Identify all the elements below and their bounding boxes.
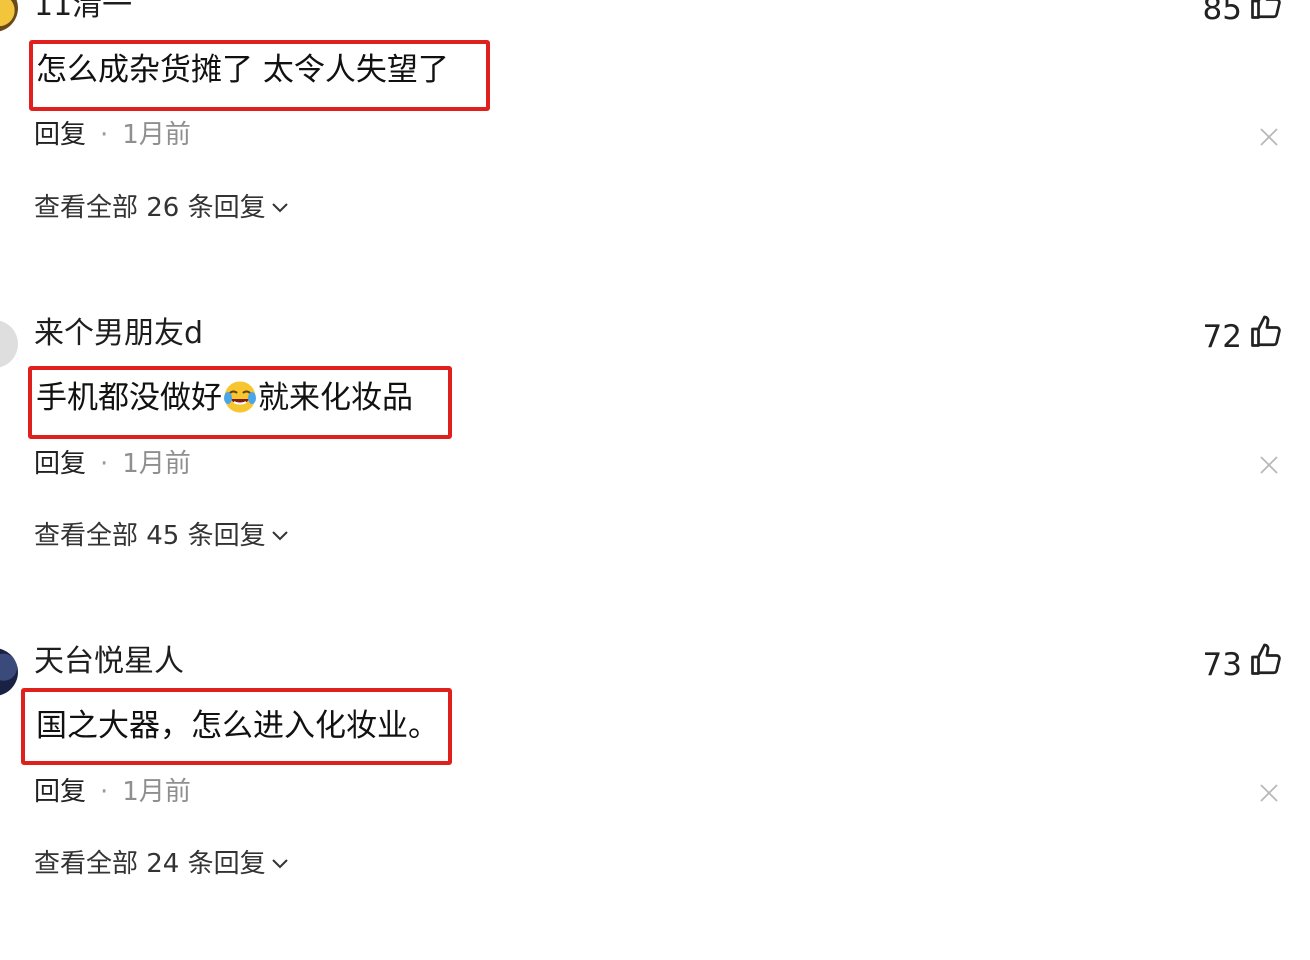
like-button[interactable]: 72 bbox=[1203, 314, 1284, 360]
close-icon[interactable] bbox=[1258, 454, 1280, 476]
comment-item: 天台悦星人 73 国之大器，怎么进入化妆业。 回复 · 1月前 查看全部 24 … bbox=[0, 640, 1310, 960]
comment-text-part: 就来化妆品 bbox=[258, 380, 413, 416]
view-all-replies-button[interactable]: 查看全部 26 条回复 bbox=[34, 191, 290, 225]
comment-item: 来个男朋友d 72 手机都没做好 就来化妆品 回复 · 1月前 查看全部 45 条… bbox=[0, 312, 1310, 632]
chevron-down-icon bbox=[271, 859, 288, 869]
timestamp: 1月前 bbox=[122, 120, 191, 150]
view-all-label: 查看全部 24 条回复 bbox=[34, 849, 266, 879]
reply-button[interactable]: 回复 bbox=[34, 447, 86, 481]
comment-meta: 回复 · 1月前 bbox=[34, 775, 191, 809]
avatar[interactable] bbox=[0, 648, 18, 696]
close-icon[interactable] bbox=[1258, 126, 1280, 148]
chevron-down-icon bbox=[271, 531, 288, 541]
comment-text: 手机都没做好 就来化妆品 bbox=[36, 378, 413, 418]
thumbs-up-icon bbox=[1248, 642, 1284, 688]
like-count: 73 bbox=[1202, 647, 1242, 683]
separator-dot: · bbox=[100, 120, 109, 150]
thumbs-up-icon bbox=[1248, 314, 1284, 360]
avatar[interactable] bbox=[0, 0, 18, 32]
timestamp: 1月前 bbox=[122, 777, 191, 807]
view-all-replies-button[interactable]: 查看全部 24 条回复 bbox=[34, 847, 290, 881]
timestamp: 1月前 bbox=[122, 449, 191, 479]
chevron-down-icon bbox=[271, 203, 288, 213]
like-count: 72 bbox=[1202, 319, 1242, 355]
like-button[interactable]: 73 bbox=[1203, 642, 1284, 688]
comment-meta: 回复 · 1月前 bbox=[34, 447, 191, 481]
crying-laughing-emoji-icon bbox=[224, 381, 256, 413]
comment-item: 11清一 85 怎么成杂货摊了 太令人失望了 回复 · 1月前 查看全部 26 … bbox=[0, 0, 1310, 320]
like-count: 85 bbox=[1202, 0, 1242, 27]
reply-button[interactable]: 回复 bbox=[34, 118, 86, 152]
thumbs-up-icon bbox=[1248, 0, 1284, 32]
comment-text-part: 手机都没做好 bbox=[36, 380, 222, 416]
avatar[interactable] bbox=[0, 320, 18, 368]
close-icon[interactable] bbox=[1258, 782, 1280, 804]
like-button[interactable]: 85 bbox=[1203, 0, 1284, 32]
separator-dot: · bbox=[100, 777, 109, 807]
view-all-label: 查看全部 26 条回复 bbox=[34, 193, 266, 223]
view-all-replies-button[interactable]: 查看全部 45 条回复 bbox=[34, 519, 290, 553]
comment-text: 国之大器，怎么进入化妆业。 bbox=[36, 708, 439, 744]
reply-button[interactable]: 回复 bbox=[34, 775, 86, 809]
username[interactable]: 天台悦星人 bbox=[34, 642, 184, 682]
separator-dot: · bbox=[100, 449, 109, 479]
comment-text: 怎么成杂货摊了 太令人失望了 bbox=[36, 52, 449, 88]
view-all-label: 查看全部 45 条回复 bbox=[34, 521, 266, 551]
comment-meta: 回复 · 1月前 bbox=[34, 118, 191, 152]
username[interactable]: 11清一 bbox=[34, 0, 132, 26]
username[interactable]: 来个男朋友d bbox=[34, 314, 203, 354]
